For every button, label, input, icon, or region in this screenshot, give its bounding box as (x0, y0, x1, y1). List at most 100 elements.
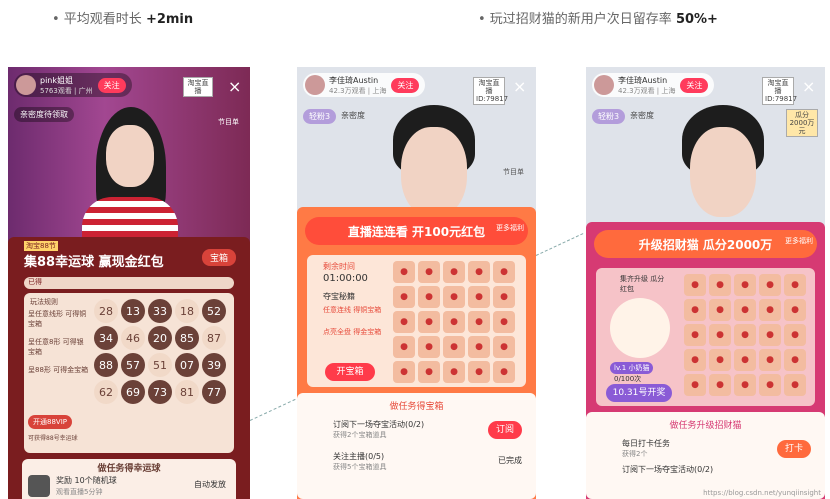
avatar[interactable] (16, 75, 36, 95)
avatar[interactable] (305, 75, 325, 95)
grid-tile[interactable]: ● (393, 261, 415, 283)
lucky-ball: 39 (202, 353, 226, 377)
grid-tile[interactable]: ● (684, 374, 706, 396)
check-in-button[interactable]: 打卡 (777, 440, 811, 458)
grid-tile[interactable]: ● (468, 286, 490, 308)
grid-tile[interactable]: ● (443, 311, 465, 333)
grid-tile[interactable]: ● (709, 299, 731, 321)
close-icon[interactable]: × (802, 77, 815, 96)
flow-arrow (535, 233, 584, 256)
anchor-bar[interactable]: 李佳琦Austin 42.3万观看 | 上海 关注 (303, 73, 426, 97)
grid-tile[interactable]: ● (734, 274, 756, 296)
anchor-bar[interactable]: 李佳琦Austin 42.3万观看 | 上海 关注 (592, 73, 715, 97)
grid-tile[interactable]: ● (393, 361, 415, 383)
grid-tile[interactable]: ● (418, 311, 440, 333)
fan-level-pill: 轻粉3 (303, 109, 337, 124)
task-reward: 奖励 10个随机球 (56, 476, 117, 485)
grid-tile[interactable]: ● (418, 336, 440, 358)
cat-level: lv.1 小奶猫 (610, 362, 654, 374)
grid-tile[interactable]: ● (684, 299, 706, 321)
close-icon[interactable]: × (228, 77, 241, 96)
grid-tile[interactable]: ● (393, 311, 415, 333)
subscribe-button[interactable]: 订阅 (488, 421, 522, 439)
lucky-cat-icon (610, 298, 670, 358)
grid-tile[interactable]: ● (684, 324, 706, 346)
grid-tile[interactable]: ● (734, 349, 756, 371)
task-card: 做任务升级招财猫 每日打卡任务 获得2个 打卡 订阅下一场夺宝活动(0/2) ht… (586, 412, 825, 499)
caption-right: • 玩过招财猫的新用户次日留存率 50%+ (478, 12, 718, 27)
rule-item: 呈任意线形 可得铜宝箱 (28, 310, 87, 328)
follow-button[interactable]: 关注 (391, 77, 420, 93)
grid-tile[interactable]: ● (784, 324, 806, 346)
grid-tile[interactable]: ● (684, 274, 706, 296)
grid-tile[interactable]: ● (709, 349, 731, 371)
grid-tile[interactable]: ● (393, 336, 415, 358)
rule-item: 呈88形 可得金宝箱 (28, 366, 89, 374)
follow-button[interactable]: 关注 (97, 77, 126, 93)
grid-tile[interactable]: ● (784, 274, 806, 296)
grid-tile[interactable]: ● (759, 374, 781, 396)
grid-tile[interactable]: ● (443, 261, 465, 283)
lucky-ball: 52 (202, 299, 226, 323)
lucky-ball: 13 (121, 299, 145, 323)
ball-pack-icon (28, 475, 50, 497)
grid-tile[interactable]: ● (443, 286, 465, 308)
grid-tile[interactable]: ● (734, 324, 756, 346)
anchor-meta: 5763观看 | 广州 (40, 86, 93, 95)
game-banner: 升级招财猫 瓜分2000万 (594, 230, 817, 258)
grid-tile[interactable]: ● (709, 374, 731, 396)
grid-tile[interactable]: ● (418, 286, 440, 308)
grid-tile[interactable]: ● (759, 299, 781, 321)
vip-button[interactable]: 开通88VIP (28, 415, 72, 429)
grid-tile[interactable]: ● (759, 349, 781, 371)
task-item: 订阅下一场夺宝活动(0/2) (622, 465, 714, 474)
lucky-ball: 57 (121, 353, 145, 377)
chest-button[interactable]: 宝箱 (201, 249, 236, 266)
grid-tile[interactable]: ● (493, 361, 515, 383)
schedule-button[interactable]: 节目单 (218, 117, 239, 127)
intimacy-pill[interactable]: 亲密度待领取 (14, 107, 74, 122)
task-item: 关注主播(0/5) 获得5个宝箱道具 (333, 452, 387, 471)
schedule-button[interactable]: 节目单 (503, 167, 524, 177)
more-benefits-button[interactable]: 更多福利 (496, 223, 524, 233)
grid-tile[interactable]: ● (784, 374, 806, 396)
grid-tile[interactable]: ● (468, 311, 490, 333)
event-badge: 淘宝88节 (24, 241, 58, 251)
grid-tile[interactable]: ● (493, 336, 515, 358)
grid-tile[interactable]: ● (443, 336, 465, 358)
lucky-ball: 18 (175, 299, 199, 323)
grid-tile[interactable]: ● (443, 361, 465, 383)
ball-grid: 28 13 33 18 52 34 46 20 85 87 88 57 51 07 39 62 69 73 81 77 (94, 299, 226, 404)
more-benefits-button[interactable]: 更多福利 (785, 236, 813, 246)
grid-tile[interactable]: ● (468, 361, 490, 383)
grid-tile[interactable]: ● (734, 374, 756, 396)
grid-tile[interactable]: ● (393, 286, 415, 308)
grid-tile[interactable]: ● (493, 261, 515, 283)
grid-tile[interactable]: ● (734, 299, 756, 321)
grid-tile[interactable]: ● (418, 261, 440, 283)
open-chest-button[interactable]: 开宝箱 (325, 363, 375, 381)
flow-arrow (249, 398, 296, 421)
link-grid: ● ● ● ● ● ● ● ● ● ● ● ● ● ● ● ● ● ● ● ● ● ● ● ● ● (393, 261, 515, 383)
grid-tile[interactable]: ● (468, 336, 490, 358)
grid-tile[interactable]: ● (784, 349, 806, 371)
grid-tile[interactable]: ● (784, 299, 806, 321)
grid-tile[interactable]: ● (493, 311, 515, 333)
close-icon[interactable]: × (513, 77, 526, 96)
grid-tile[interactable]: ● (493, 286, 515, 308)
lucky-ball: 28 (94, 299, 118, 323)
game-panel: 升级招财猫 瓜分2000万 更多福利 集齐升级 瓜分红包 lv.1 小奶猫 0/… (586, 222, 825, 499)
grid-tile[interactable]: ● (759, 274, 781, 296)
grid-tile[interactable]: ● (418, 361, 440, 383)
lucky-ball: 07 (175, 353, 199, 377)
grid-tile[interactable]: ● (759, 324, 781, 346)
follow-button[interactable]: 关注 (680, 77, 709, 93)
grid-tile[interactable]: ● (684, 349, 706, 371)
grid-tile[interactable]: ● (468, 261, 490, 283)
grid-tile[interactable]: ● (709, 324, 731, 346)
grid-tile[interactable]: ● (709, 274, 731, 296)
avatar[interactable] (594, 75, 614, 95)
anchor-bar[interactable]: pink姐姐 5763观看 | 广州 关注 (14, 73, 132, 97)
task-header: 做任务得幸运球 (97, 464, 161, 474)
task-card: 做任务得幸运球 奖励 10个随机球 观看直播5分钟 自动发放 (22, 459, 236, 499)
